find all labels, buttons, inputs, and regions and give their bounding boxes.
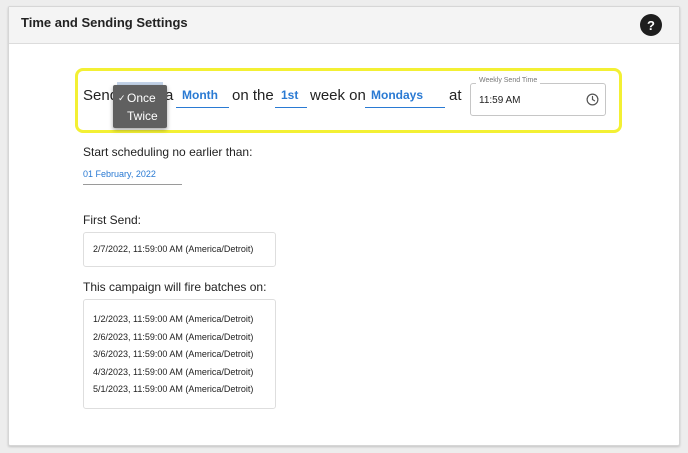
page-title: Time and Sending Settings xyxy=(21,15,188,30)
on-the-label: on the xyxy=(232,87,274,104)
help-button[interactable]: ? xyxy=(640,14,662,36)
batches-box: 1/2/2023, 11:59:00 AM (America/Detroit) … xyxy=(83,299,276,409)
card-header: Time and Sending Settings ? xyxy=(9,7,679,44)
send-time-value: 11:59 AM xyxy=(479,95,521,106)
batches-label: This campaign will fire batches on: xyxy=(83,280,267,294)
frequency-option-once[interactable]: Once xyxy=(127,91,156,105)
batch-item: 5/1/2023, 11:59:00 AM (America/Detroit) xyxy=(93,384,254,394)
clock-icon[interactable] xyxy=(586,93,599,106)
week-select[interactable]: 1st xyxy=(275,86,307,108)
batch-item: 1/2/2023, 11:59:00 AM (America/Detroit) xyxy=(93,314,254,324)
start-label: Start scheduling no earlier than: xyxy=(83,145,253,159)
batch-item: 4/3/2023, 11:59:00 AM (America/Detroit) xyxy=(93,367,254,377)
frequency-dropdown: ✓ Once Twice xyxy=(113,85,167,128)
settings-card: Time and Sending Settings ? Send a Month… xyxy=(8,6,680,446)
period-select[interactable]: Month xyxy=(176,86,229,108)
first-send-value: 2/7/2022, 11:59:00 AM (America/Detroit) xyxy=(93,244,254,254)
send-time-field[interactable]: Weekly Send Time 11:59 AM xyxy=(470,77,606,116)
start-date-field[interactable]: 01 February, 2022 xyxy=(83,167,182,185)
batch-item: 2/6/2023, 11:59:00 AM (America/Detroit) xyxy=(93,332,254,342)
first-send-box: 2/7/2022, 11:59:00 AM (America/Detroit) xyxy=(83,232,276,267)
check-icon: ✓ xyxy=(118,93,126,103)
frequency-option-twice[interactable]: Twice xyxy=(127,109,158,123)
batch-item: 3/6/2023, 11:59:00 AM (America/Detroit) xyxy=(93,349,254,359)
at-label: at xyxy=(449,87,462,104)
first-send-label: First Send: xyxy=(83,213,142,227)
send-time-label: Weekly Send Time xyxy=(476,77,541,84)
day-select[interactable]: Mondays xyxy=(365,86,445,108)
week-on-label: week on xyxy=(310,87,366,104)
